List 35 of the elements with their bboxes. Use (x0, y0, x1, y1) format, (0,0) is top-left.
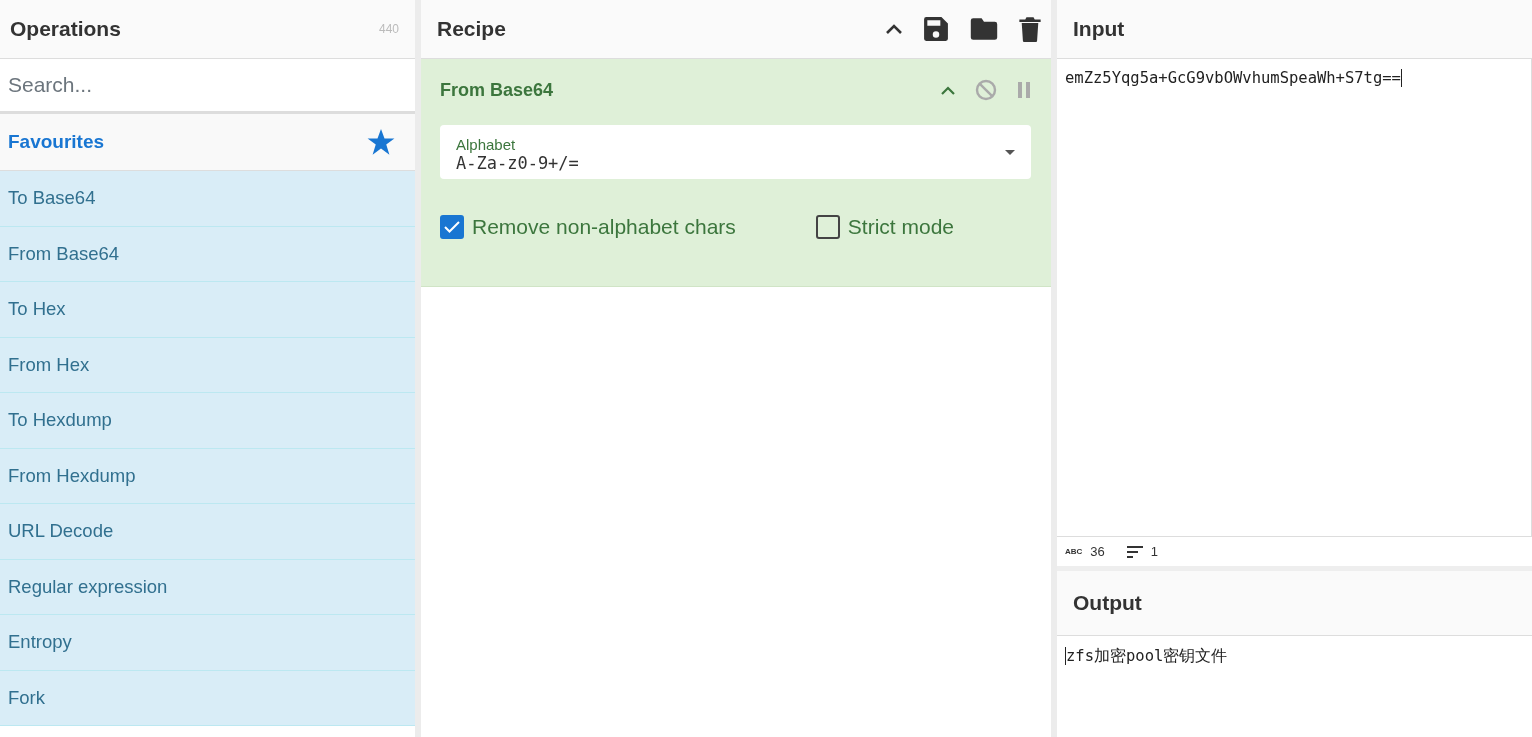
operation-count: 440 (378, 22, 399, 36)
trash-icon[interactable] (1019, 16, 1041, 42)
operation-item[interactable]: Regular expression (0, 559, 415, 615)
operation-item[interactable]: From Hex (0, 337, 415, 393)
checkbox[interactable] (815, 215, 840, 239)
lines-icon (1126, 545, 1143, 558)
operation-item[interactable]: Fork (0, 670, 415, 726)
line-count: 1 (1150, 544, 1159, 559)
operation-name: From Base64 (440, 79, 554, 101)
operation-item[interactable]: To Hex (0, 282, 415, 338)
operation-item[interactable]: From Base64 (0, 226, 415, 282)
alphabet-dropdown[interactable]: Alphabet A-Za-z0-9+/= (440, 125, 1031, 179)
panel-title: Recipe (437, 17, 506, 41)
operation-item[interactable]: URL Decode (0, 504, 415, 560)
panel-title: Operations (10, 17, 121, 41)
panel-title: Output (1073, 591, 1142, 615)
star-icon (367, 128, 395, 156)
dropdown-caret-icon (1005, 149, 1015, 155)
folder-icon[interactable] (969, 17, 999, 41)
checkbox[interactable] (440, 215, 464, 239)
checkmark-icon (444, 221, 460, 233)
chevron-up-icon[interactable] (885, 23, 903, 35)
operation-item[interactable]: To Hexdump (0, 393, 415, 449)
input-text[interactable]: emZz5Yqg5a+GcG9vbOWvhumSpeaWh+S7tg== (1065, 69, 1402, 87)
save-icon[interactable] (923, 16, 949, 42)
output-text: zfs加密pool密钥文件 (1065, 647, 1228, 665)
checkbox-option[interactable]: Remove non-alphabet chars (440, 215, 736, 239)
checkbox-option[interactable]: Strict mode (815, 215, 955, 239)
operation-item[interactable]: Entropy (0, 615, 415, 671)
length-label: ABC (1065, 547, 1083, 556)
category-heading[interactable]: Favourites (8, 131, 105, 153)
panel-title: Input (1073, 17, 1125, 41)
operation-item[interactable]: From Hexdump (0, 448, 415, 504)
character-count: 36 (1090, 544, 1105, 559)
operation-item[interactable]: To Base64 (0, 171, 415, 227)
